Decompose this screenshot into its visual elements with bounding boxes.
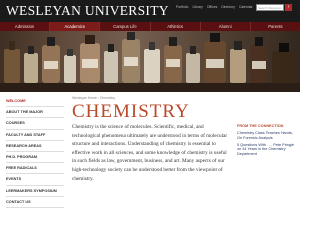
hero-banner-image	[0, 31, 300, 92]
sidebar-item-free-radicals[interactable]: FREE RADICALS	[6, 163, 64, 175]
connection-link-pringle[interactable]: 5 Questions With . . . Pete Pringle on 4…	[237, 143, 295, 157]
sidebar-item-events[interactable]: EVENTS	[6, 174, 64, 186]
sidebar-item-research-areas[interactable]: RESEARCH AREAS	[6, 141, 64, 152]
main-nav: Admission Academics Campus Life Athletic…	[0, 22, 300, 31]
nav-item-athletics[interactable]: Athletics	[151, 22, 201, 31]
sidebar-item-about-the-major[interactable]: ABOUT THE MAJOR	[6, 107, 64, 119]
sidebar-item-contact-us[interactable]: CONTACT US	[6, 197, 64, 208]
university-logo[interactable]: WESLEYAN UNIVERSITY	[6, 3, 169, 19]
section-sidebar: WELCOME ABOUT THE MAJOR COURSES FACULTY …	[6, 96, 64, 208]
search-button[interactable]: ›	[285, 4, 292, 11]
utility-link-calendar[interactable]: Calendar	[239, 5, 253, 10]
nav-item-admission[interactable]: Admission	[0, 22, 51, 31]
nav-item-alumni[interactable]: Alumni	[201, 22, 251, 31]
utility-link-directory[interactable]: Directory	[221, 5, 235, 10]
site-header: WESLEYAN UNIVERSITY Portfolio Library Of…	[0, 0, 300, 22]
nav-item-parents[interactable]: Parents	[251, 22, 300, 31]
sidebar-item-courses[interactable]: COURSES	[6, 118, 64, 130]
page-title: CHEMISTRY	[72, 101, 190, 122]
sidebar-item-phd-program[interactable]: PH.D. PROGRAM	[6, 152, 64, 164]
sidebar-item-leermakers-symposium[interactable]: LEERMAKERS SYMPOSIUM	[6, 186, 64, 197]
utility-link-offices[interactable]: Offices	[207, 5, 218, 10]
connection-sidebar: FROM THE CONNECTION Chemistry Class Teac…	[237, 124, 295, 157]
sidebar-item-welcome[interactable]: WELCOME	[6, 96, 64, 108]
nav-item-campus-life[interactable]: Campus Life	[100, 22, 151, 31]
utility-links: Portfolio Library Offices Directory Cale…	[176, 5, 253, 10]
intro-paragraph: Chemistry is the science of molecules. S…	[72, 124, 228, 182]
nav-item-academics[interactable]: Academics	[50, 22, 101, 31]
lab-bottles-illustration	[0, 31, 300, 92]
search-input[interactable]: Search Wesleyan	[256, 4, 284, 11]
connection-link-forensic[interactable]: Chemistry Class Teaches Hands-On Forensi…	[237, 131, 295, 141]
connection-heading: FROM THE CONNECTION	[237, 124, 284, 128]
utility-link-portfolio[interactable]: Portfolio	[176, 5, 188, 10]
utility-link-library[interactable]: Library	[192, 5, 202, 10]
breadcrumb[interactable]: Wesleyan Home › Chemistry	[72, 96, 115, 100]
sidebar-item-faculty-and-staff[interactable]: FACULTY AND STAFF	[6, 130, 64, 141]
